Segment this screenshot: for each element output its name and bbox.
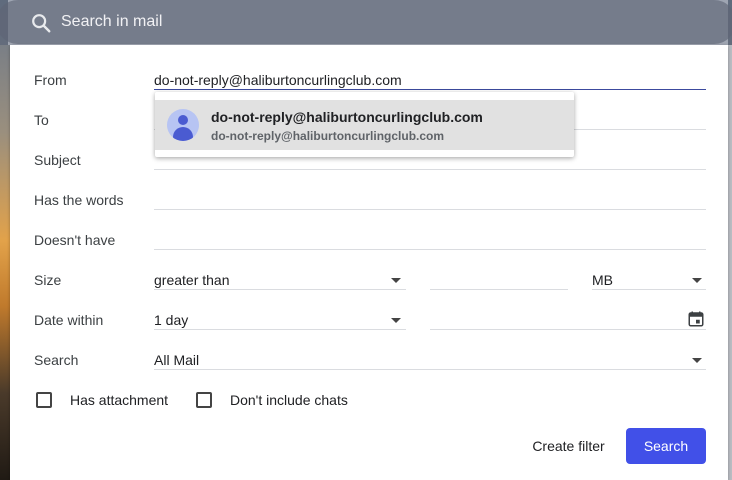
avatar	[167, 109, 199, 141]
advanced-search-panel: From do-not-reply@haliburtoncurlingclub.…	[10, 45, 728, 480]
to-label: To	[34, 112, 49, 128]
has-words-label: Has the words	[34, 192, 124, 208]
size-label: Size	[34, 272, 62, 288]
search-icon[interactable]	[30, 12, 52, 34]
size-value-input[interactable]	[430, 289, 568, 290]
search-in-underline	[154, 369, 706, 370]
date-within-select[interactable]: 1 day	[154, 312, 188, 328]
chevron-down-icon[interactable]	[692, 358, 702, 363]
background-edge-right	[728, 45, 732, 480]
date-within-underline	[154, 329, 406, 330]
has-attachment-label[interactable]: Has attachment	[70, 392, 168, 408]
size-operator-select[interactable]: greater than	[154, 272, 230, 288]
search-placeholder[interactable]: Search in mail	[61, 13, 162, 31]
suggestion-name: do-not-reply@haliburtoncurlingclub.com	[211, 109, 483, 125]
chevron-down-icon[interactable]	[391, 278, 401, 283]
size-unit-underline	[592, 289, 706, 290]
has-attachment-checkbox[interactable]	[36, 392, 52, 408]
create-filter-button[interactable]: Create filter	[516, 428, 621, 464]
date-within-label: Date within	[34, 312, 104, 328]
search-in-select[interactable]: All Mail	[154, 352, 199, 368]
from-underline	[154, 89, 706, 90]
chevron-down-icon[interactable]	[692, 278, 702, 283]
person-icon-body	[173, 127, 193, 141]
autocomplete-suggestion[interactable]: do-not-reply@haliburtoncurlingclub.com d…	[155, 100, 574, 150]
doesnt-have-input[interactable]	[154, 249, 706, 250]
person-icon-head	[178, 115, 188, 125]
suggestion-email: do-not-reply@haliburtoncurlingclub.com	[211, 129, 445, 143]
search-in-label: Search	[34, 352, 79, 368]
size-operator-underline	[154, 289, 406, 290]
search-bar: Search in mail	[0, 0, 732, 45]
from-label: From	[34, 72, 67, 88]
from-input[interactable]: do-not-reply@haliburtoncurlingclub.com	[154, 72, 402, 88]
subject-label: Subject	[34, 152, 81, 168]
calendar-icon[interactable]	[687, 310, 705, 328]
doesnt-have-label: Doesn't have	[34, 232, 116, 248]
search-button[interactable]: Search	[626, 428, 706, 464]
background-edge-left	[0, 45, 10, 480]
chevron-down-icon[interactable]	[391, 318, 401, 323]
has-words-input[interactable]	[154, 209, 706, 210]
date-input[interactable]	[430, 329, 706, 330]
autocomplete-dropdown: do-not-reply@haliburtoncurlingclub.com d…	[155, 92, 574, 157]
no-chats-checkbox[interactable]	[196, 392, 212, 408]
no-chats-label[interactable]: Don't include chats	[230, 392, 348, 408]
subject-input[interactable]	[154, 169, 706, 170]
size-unit-select[interactable]: MB	[592, 272, 613, 288]
